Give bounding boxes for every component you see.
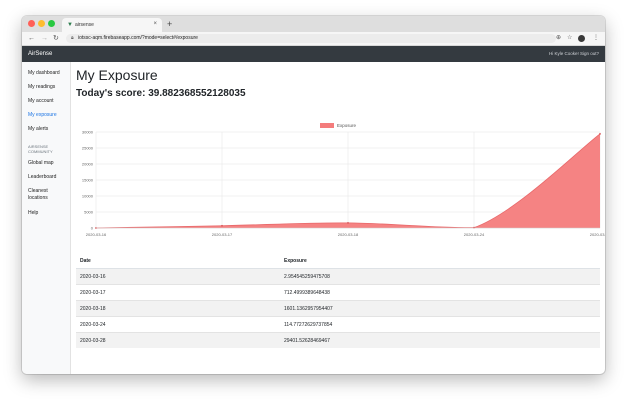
exposure-chart: 0 5000 10000 15000 20000 25000 30000 2020-03-16…	[82, 123, 605, 237]
forward-arrow-icon[interactable]: →	[41, 34, 48, 43]
table-cell-exposure: 2.954545259475708	[280, 268, 600, 285]
table-cell-exposure: 712.4999389648438	[280, 284, 600, 301]
sidebar-item-my-alerts[interactable]: My alerts	[28, 126, 48, 133]
table-cell-date: 2020-03-17	[76, 284, 280, 301]
minimize-window-button[interactable]	[38, 20, 45, 27]
sidebar: My dashboard My readings My account My e…	[22, 62, 71, 374]
bookmark-star-icon[interactable]: ☆	[567, 34, 572, 43]
table-row: 2020-03-24 114.77272629737854	[76, 316, 600, 333]
table-cell-date: 2020-03-18	[76, 300, 280, 317]
y-tick-label: 0	[91, 226, 94, 231]
column-header-exposure: Exposure	[280, 254, 600, 269]
table-cell-exposure: 1601.1362957954407	[280, 300, 600, 317]
legend-swatch	[320, 123, 334, 128]
exposure-table: Date Exposure 2020-03-16 2.9545452594757…	[76, 254, 600, 348]
x-tick-label: 2020-03-28	[590, 232, 605, 237]
table-cell-date: 2020-03-24	[76, 316, 280, 333]
browser-window: ▼ airsense × + ← → ↻ 🔒︎ iotssc-aqm.fireb…	[22, 16, 605, 374]
address-bar[interactable]: 🔒︎ iotssc-aqm.firebaseapp.com/?mode=sele…	[66, 34, 556, 43]
x-tick-label: 2020-03-24	[464, 232, 485, 237]
browser-tab-bar: ▼ airsense × +	[22, 16, 605, 32]
extension-icon[interactable]: ⊕	[556, 34, 561, 43]
app-header: AirSense Hi Kyle Cooke! Sign out?	[22, 46, 605, 62]
data-point	[599, 133, 601, 135]
table-row: 2020-03-28 29401.52628469467	[76, 332, 600, 348]
main-content: My Exposure Today's score: 39.8823685521…	[71, 62, 605, 374]
y-tick-label: 10000	[82, 194, 94, 199]
tab-close-icon[interactable]: ×	[153, 21, 157, 28]
table-row: 2020-03-17 712.4999389648438	[76, 284, 600, 301]
y-tick-label: 5000	[84, 210, 94, 215]
reload-icon[interactable]: ↻	[53, 34, 59, 43]
sidebar-item-my-dashboard[interactable]: My dashboard	[28, 70, 60, 77]
table-cell-exposure: 29401.52628469467	[280, 332, 600, 348]
x-tick-label: 2020-03-16	[86, 232, 107, 237]
vuetify-favicon-icon: ▼	[67, 22, 73, 28]
url-text: iotssc-aqm.firebaseapp.com/?mode=select#…	[78, 35, 198, 41]
back-arrow-icon[interactable]: ←	[28, 34, 35, 43]
table-cell-exposure: 114.77272629737854	[280, 316, 600, 333]
x-tick-label: 2020-03-18	[338, 232, 359, 237]
column-header-date: Date	[76, 254, 280, 269]
table-cell-date: 2020-03-28	[76, 332, 280, 348]
brand-logo[interactable]: AirSense	[28, 50, 52, 58]
sidebar-section-label: AIRSENSE COMMUNITY	[28, 144, 53, 154]
close-window-button[interactable]	[28, 20, 35, 27]
data-point	[347, 221, 349, 224]
browser-toolbar: ← → ↻ 🔒︎ iotssc-aqm.firebaseapp.com/?mod…	[22, 32, 605, 46]
browser-tab[interactable]: ▼ airsense ×	[62, 18, 162, 32]
page-title: My Exposure	[76, 67, 158, 83]
table-row: 2020-03-18 1601.1362957954407	[76, 300, 600, 317]
sidebar-item-leaderboard[interactable]: Leaderboard	[28, 174, 56, 181]
maximize-window-button[interactable]	[48, 20, 55, 27]
profile-avatar[interactable]	[578, 35, 585, 42]
user-greeting[interactable]: Hi Kyle Cooke! Sign out?	[549, 51, 599, 57]
table-cell-date: 2020-03-16	[76, 268, 280, 285]
table-header-row: Date Exposure	[76, 254, 600, 269]
tab-title: airsense	[75, 22, 94, 28]
sidebar-item-help[interactable]: Help	[28, 210, 38, 217]
sidebar-item-cleanest-locations[interactable]: Cleanest locations	[28, 188, 68, 202]
legend-label: Exposure	[337, 123, 357, 128]
kebab-menu-icon[interactable]: ⋮	[593, 34, 599, 43]
sidebar-item-my-account[interactable]: My account	[28, 98, 54, 105]
sidebar-item-my-exposure[interactable]: My exposure	[28, 112, 57, 119]
sidebar-item-global-map[interactable]: Global map	[28, 160, 54, 167]
x-tick-label: 2020-03-17	[212, 232, 233, 237]
data-point	[221, 224, 223, 227]
sidebar-item-my-readings[interactable]: My readings	[28, 84, 55, 91]
y-tick-label: 25000	[82, 146, 94, 151]
table-row: 2020-03-16 2.954545259475708	[76, 268, 600, 285]
today-score: Today's score: 39.882368552128035	[76, 88, 246, 99]
lock-icon: 🔒︎	[71, 35, 74, 41]
y-tick-label: 30000	[82, 130, 94, 135]
new-tab-button[interactable]: +	[167, 18, 172, 30]
y-tick-label: 15000	[82, 178, 94, 183]
y-tick-label: 20000	[82, 162, 94, 167]
